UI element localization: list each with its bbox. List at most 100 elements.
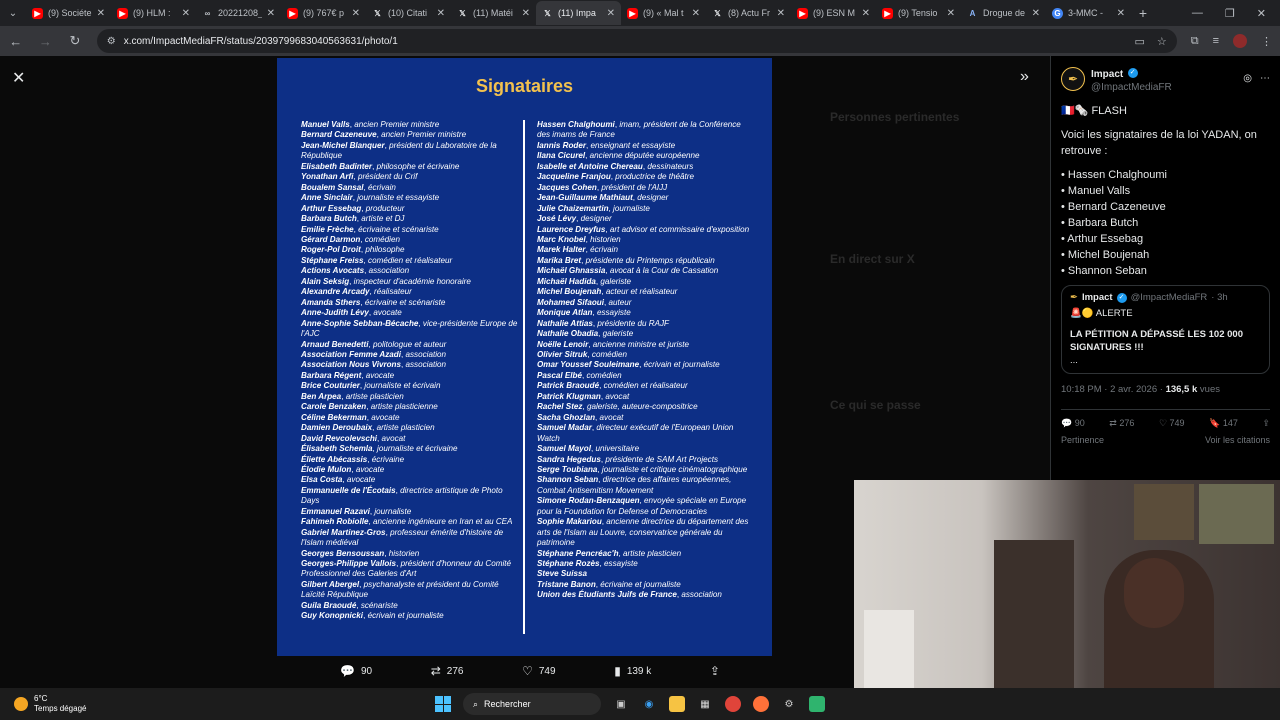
tweet-photo[interactable]: Signataires Manuel Valls, ancien Premier…	[277, 58, 772, 656]
browser-tab-label: (9) ESN M	[813, 8, 856, 18]
weather-desc: Temps dégagé	[34, 704, 87, 713]
author-avatar[interactable]: ✒	[1061, 66, 1085, 91]
tab-close-icon[interactable]: ✕	[352, 8, 360, 19]
view-quotes-link[interactable]: Voir les citations	[1205, 435, 1270, 445]
signatory-entry: Gabriel Martinez-Gros, professeur émérit…	[301, 527, 504, 548]
reply-button[interactable]: 💬 90	[340, 664, 372, 678]
side-bookmark-button[interactable]: 🔖 147	[1209, 418, 1238, 429]
side-like-button[interactable]: ♡ 749	[1159, 418, 1185, 429]
signatory-description: galeriste	[600, 276, 632, 286]
profile-avatar[interactable]	[1233, 34, 1248, 48]
site-info-icon[interactable]: ⚙	[107, 36, 116, 47]
signatory-description: écrivaine	[371, 454, 405, 464]
author-name[interactable]: Impact	[1091, 69, 1123, 80]
browser-tab[interactable]: ▶ (9) HLM : ✕	[111, 1, 196, 25]
media-icon[interactable]: ≡	[1213, 35, 1219, 47]
browser-tab[interactable]: 𝕏 (11) Matéi ✕	[451, 1, 536, 25]
tweet-stats: 💬 90 ⇄ 276 ♡ 749 🔖 147 ⇪	[1061, 409, 1270, 429]
like-button[interactable]: ♡ 749	[522, 664, 555, 678]
signatory-name: Roger-Pol Droit	[301, 245, 361, 255]
repost-button[interactable]: ⇄ 276	[431, 664, 464, 678]
taskbar-search[interactable]: ⌕ Rechercher	[463, 693, 601, 715]
close-window-icon[interactable]: ✕	[1257, 7, 1266, 20]
browser-tab[interactable]: G 3-MMC - ✕	[1046, 1, 1131, 25]
firefox-icon[interactable]	[753, 696, 769, 712]
signatory-description: comédien	[591, 349, 627, 359]
browser-tab[interactable]: ▶ (9) « Mal t ✕	[621, 1, 706, 25]
browser-tab[interactable]: ▶ (9) 767€ p ✕	[281, 1, 366, 25]
windows-start-icon[interactable]	[435, 696, 451, 712]
back-icon[interactable]: ←	[8, 34, 24, 49]
tab-close-icon[interactable]: ✕	[862, 8, 870, 19]
task-view-icon[interactable]: ▣	[613, 696, 629, 712]
address-bar[interactable]: ⚙ x.com/ImpactMediaFR/status/20397996830…	[96, 29, 1177, 53]
tab-close-icon[interactable]: ✕	[437, 8, 445, 19]
tab-close-icon[interactable]: ✕	[1032, 8, 1040, 19]
tweet-bullet-item: • Bernard Cazeneuve	[1061, 201, 1166, 213]
file-explorer-icon[interactable]	[669, 696, 685, 712]
grok-icon[interactable]: ◎	[1243, 73, 1252, 84]
browser-tab[interactable]: A Drogue de ✕	[961, 1, 1046, 25]
close-photo-icon[interactable]: ✕	[12, 68, 25, 88]
browser-tab[interactable]: 𝕏 (10) Citati ✕	[366, 1, 451, 25]
signatory-description: avocate	[365, 370, 395, 380]
tab-close-icon[interactable]: ✕	[692, 8, 700, 19]
app-icon[interactable]: ⚙	[781, 696, 797, 712]
author-handle[interactable]: @ImpactMediaFR	[1091, 82, 1172, 93]
reload-icon[interactable]: ↻	[67, 33, 83, 49]
tab-close-icon[interactable]: ✕	[1117, 8, 1125, 19]
obs-icon[interactable]	[809, 696, 825, 712]
collapse-panel-icon[interactable]: »	[1020, 68, 1029, 86]
signatory-entry: Julie Chaizemartin, journaliste	[537, 203, 650, 213]
side-share-icon[interactable]: ⇪	[1262, 418, 1270, 429]
side-repost-button[interactable]: ⇄ 276	[1109, 418, 1134, 429]
tweet-time[interactable]: 10:18 PM · 2 avr. 2026 ·	[1061, 384, 1163, 395]
browser-tab[interactable]: 𝕏 (8) Actu Fr ✕	[706, 1, 791, 25]
tab-close-icon[interactable]: ✕	[182, 8, 190, 19]
tab-close-icon[interactable]: ✕	[607, 8, 615, 19]
quoted-tweet[interactable]: ✒ Impact ✓ @ImpactMediaFR · 3h 🚨🟡 ALERTE…	[1061, 285, 1270, 374]
browser-tab[interactable]: ▶ (9) Sociéte ✕	[26, 1, 111, 25]
weather-widget[interactable]: 6°C Temps dégagé	[0, 694, 300, 714]
edge-icon[interactable]: ◉	[641, 696, 657, 712]
minimize-icon[interactable]: —	[1192, 7, 1203, 20]
chrome-icon[interactable]	[725, 696, 741, 712]
menu-icon[interactable]: ⋮	[1261, 35, 1272, 48]
more-options-icon[interactable]: ⋯	[1260, 73, 1270, 84]
signatory-name: Noëlle Lenoir	[537, 339, 589, 349]
signatory-entry: Alain Seksig, inspecteur d'académie hono…	[301, 276, 471, 286]
signatory-name: Élisabeth Schemla	[301, 444, 373, 454]
signatory-name: Brice Couturier	[301, 381, 360, 391]
browser-tab[interactable]: ▶ (9) Tensio ✕	[876, 1, 961, 25]
tab-close-icon[interactable]: ✕	[97, 8, 105, 19]
browser-tab-label: 20221208_	[218, 8, 262, 18]
signatory-entry: Noëlle Lenoir, ancienne ministre et juri…	[537, 339, 690, 349]
signatory-description: avocat	[605, 391, 630, 401]
cast-icon[interactable]: ▭	[1134, 35, 1144, 48]
extensions-icon[interactable]: ⧉	[1191, 35, 1199, 48]
browser-tab[interactable]: ▶ (9) ESN M ✕	[791, 1, 876, 25]
sort-relevance[interactable]: Pertinence	[1061, 435, 1104, 445]
signatory-name: Fahimeh Robiolle	[301, 517, 369, 527]
signatory-entry: Jean-Guillaume Mathiaut, designer	[537, 193, 669, 203]
store-icon[interactable]: ▦	[697, 696, 713, 712]
tab-close-icon[interactable]: ✕	[267, 8, 275, 19]
signatory-description: journaliste	[374, 506, 412, 516]
signatory-name: Ilana Cicurel	[537, 151, 586, 161]
tab-close-icon[interactable]: ✕	[522, 8, 530, 19]
forward-icon[interactable]: →	[38, 34, 54, 49]
signatory-name: David Revcolevschi	[301, 433, 378, 443]
views-button[interactable]: ▮ 139 k	[614, 664, 651, 678]
bookmark-star-icon[interactable]: ☆	[1157, 35, 1167, 48]
side-reply-button[interactable]: 💬 90	[1061, 418, 1085, 429]
share-button[interactable]: ⇪	[710, 664, 720, 678]
browser-tab[interactable]: ∞ 20221208_ ✕	[196, 1, 281, 25]
signatory-description: designer	[637, 193, 669, 203]
browser-tab[interactable]: 𝕏 (11) Impa ✕	[536, 1, 621, 25]
tab-close-icon[interactable]: ✕	[777, 8, 785, 19]
tab-close-icon[interactable]: ✕	[947, 8, 955, 19]
new-tab-button[interactable]: +	[1131, 5, 1155, 21]
tab-search-icon[interactable]: ⌄	[0, 0, 26, 26]
signatory-name: Patrick Klugman	[537, 391, 601, 401]
maximize-icon[interactable]: ❐	[1225, 7, 1235, 20]
